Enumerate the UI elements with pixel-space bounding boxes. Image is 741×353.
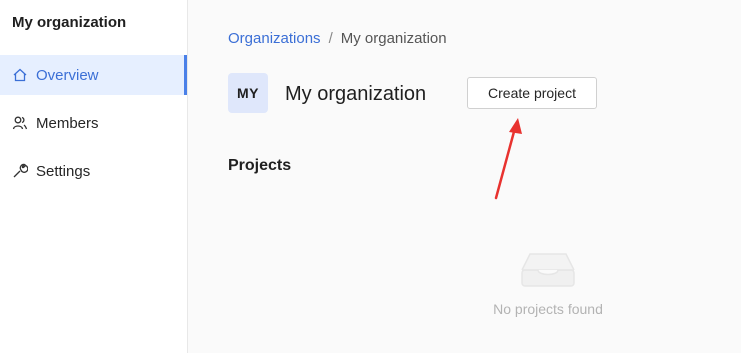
breadcrumb-organizations-link[interactable]: Organizations xyxy=(228,30,321,47)
breadcrumb: Organizations / My organization xyxy=(228,30,447,47)
breadcrumb-current: My organization xyxy=(340,30,447,47)
members-icon xyxy=(12,115,28,131)
sidebar-item-members[interactable]: Members xyxy=(0,103,187,143)
sidebar-item-label: Settings xyxy=(36,162,91,180)
home-icon xyxy=(12,67,28,83)
projects-section-title: Projects xyxy=(228,157,292,174)
create-project-button[interactable]: Create project xyxy=(467,77,597,109)
wrench-icon xyxy=(12,163,28,179)
sidebar: My organization Overview Members Setting… xyxy=(0,0,188,353)
page-title: My organization xyxy=(285,83,427,105)
sidebar-item-label: Overview xyxy=(36,66,99,84)
sidebar-item-label: Members xyxy=(36,114,99,132)
sidebar-item-settings[interactable]: Settings xyxy=(0,151,187,191)
annotation-arrow-icon xyxy=(494,118,522,200)
inbox-icon xyxy=(521,253,575,287)
org-avatar: MY xyxy=(228,73,268,113)
sidebar-item-overview[interactable]: Overview xyxy=(0,55,187,95)
sidebar-org-title: My organization xyxy=(12,14,127,31)
breadcrumb-separator: / xyxy=(328,30,333,47)
empty-state-text: No projects found xyxy=(493,301,603,317)
